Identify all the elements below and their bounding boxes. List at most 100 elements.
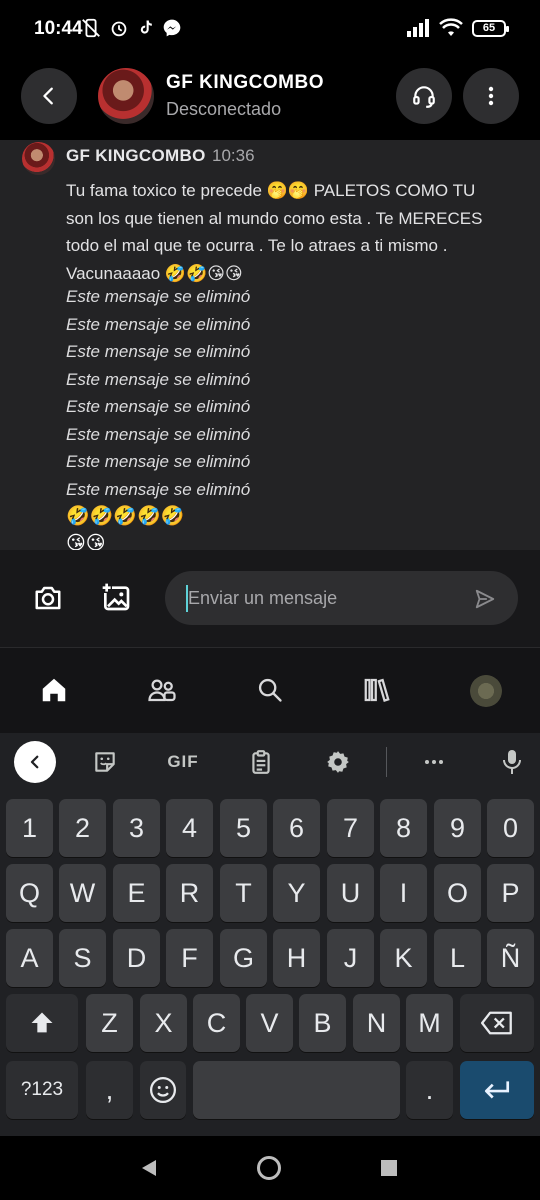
emoji-key[interactable] xyxy=(140,1061,186,1119)
gif-button[interactable]: GIF xyxy=(163,747,203,777)
key-3[interactable]: 3 xyxy=(113,799,160,857)
key-6[interactable]: 6 xyxy=(273,799,320,857)
key-u[interactable]: U xyxy=(327,864,374,922)
contact-avatar[interactable] xyxy=(98,68,154,124)
more-tools-button[interactable] xyxy=(418,747,450,777)
square-recents-icon xyxy=(381,1160,397,1176)
gif-label: GIF xyxy=(167,752,199,771)
status-time: 10:44 xyxy=(34,18,83,39)
message-input[interactable]: Enviar un mensaje xyxy=(165,571,518,625)
backspace-icon xyxy=(481,1011,512,1035)
nav-friends[interactable] xyxy=(146,674,178,706)
send-button[interactable] xyxy=(474,588,496,615)
nav-search[interactable] xyxy=(254,674,286,706)
app-bottom-nav xyxy=(0,647,540,733)
key-v[interactable]: V xyxy=(246,994,293,1052)
key-f[interactable]: F xyxy=(166,929,213,987)
key-x[interactable]: X xyxy=(140,994,187,1052)
key-y[interactable]: Y xyxy=(273,864,320,922)
key-t[interactable]: T xyxy=(220,864,267,922)
key-4[interactable]: 4 xyxy=(166,799,213,857)
system-recents-button[interactable] xyxy=(380,1159,398,1182)
shift-key[interactable] xyxy=(6,994,78,1052)
key-p[interactable]: P xyxy=(487,864,534,922)
system-navigation-bar xyxy=(0,1136,540,1200)
key-9[interactable]: 9 xyxy=(434,799,481,857)
composer-bar: Enviar un mensaje xyxy=(0,550,540,646)
add-image-icon xyxy=(101,582,130,611)
key-k[interactable]: K xyxy=(380,929,427,987)
key-r[interactable]: R xyxy=(166,864,213,922)
battery-indicator: 65 xyxy=(472,19,509,37)
keyboard-settings-button[interactable] xyxy=(323,747,353,777)
period-key[interactable]: . xyxy=(406,1061,453,1119)
contact-name[interactable]: GF KINGCOMBO xyxy=(166,72,324,94)
key-w[interactable]: W xyxy=(59,864,106,922)
emoji-message: 😘😘 xyxy=(66,533,106,550)
backspace-key[interactable] xyxy=(460,994,534,1052)
key-d[interactable]: D xyxy=(113,929,160,987)
comma-key[interactable]: , xyxy=(86,1061,133,1119)
wifi-icon xyxy=(439,18,463,36)
voice-input-button[interactable] xyxy=(498,747,526,777)
nav-home[interactable] xyxy=(38,674,70,706)
back-button[interactable] xyxy=(21,68,77,124)
key-m[interactable]: M xyxy=(406,994,453,1052)
system-home-button[interactable] xyxy=(256,1155,282,1186)
key-2[interactable]: 2 xyxy=(59,799,106,857)
key-8[interactable]: 8 xyxy=(380,799,427,857)
voice-chat-button[interactable] xyxy=(396,68,452,124)
toolbar-divider xyxy=(386,747,387,777)
key-j[interactable]: J xyxy=(327,929,374,987)
sticker-button[interactable] xyxy=(90,747,120,777)
deleted-message-notice: Este mensaje se eliminó xyxy=(66,452,251,471)
deleted-message-notice: Este mensaje se eliminó xyxy=(66,314,251,334)
symbols-key[interactable]: ?123 xyxy=(6,1061,78,1119)
profile-avatar[interactable] xyxy=(470,675,502,707)
key-0[interactable]: 0 xyxy=(487,799,534,857)
key-n-tilde[interactable]: Ñ xyxy=(487,929,534,987)
message-author: GF KINGCOMBO xyxy=(66,146,206,165)
key-n[interactable]: N xyxy=(353,994,400,1052)
message-author-avatar[interactable] xyxy=(22,142,55,175)
more-options-button[interactable] xyxy=(463,68,519,124)
microphone-icon xyxy=(503,750,521,774)
clipboard-button[interactable] xyxy=(246,747,276,777)
friends-icon xyxy=(148,679,176,702)
key-z[interactable]: Z xyxy=(86,994,133,1052)
key-g[interactable]: G xyxy=(220,929,267,987)
keyboard-toolbar: GIF xyxy=(0,733,540,793)
messenger-icon xyxy=(163,19,181,37)
message-text: Tu fama toxico te precede 🤭🤭 PALETOS COM… xyxy=(66,181,483,283)
nav-library[interactable] xyxy=(361,674,393,706)
triangle-back-icon xyxy=(142,1160,156,1176)
send-icon xyxy=(475,589,495,609)
deleted-message-notice: Este mensaje se eliminó xyxy=(66,479,251,499)
key-c[interactable]: C xyxy=(193,994,240,1052)
key-7[interactable]: 7 xyxy=(327,799,374,857)
enter-key[interactable] xyxy=(460,1061,534,1119)
system-back-button[interactable] xyxy=(140,1158,160,1183)
key-e[interactable]: E xyxy=(113,864,160,922)
library-icon xyxy=(364,678,390,703)
key-o[interactable]: O xyxy=(434,864,481,922)
soft-keyboard: GIF 1 2 3 4 5 6 7 8 9 0 Q W E R T Y U I … xyxy=(0,733,540,1136)
key-q[interactable]: Q xyxy=(6,864,53,922)
chevron-left-icon xyxy=(30,755,39,769)
key-b[interactable]: B xyxy=(299,994,346,1052)
key-s[interactable]: S xyxy=(59,929,106,987)
more-vertical-icon xyxy=(488,86,494,106)
key-5[interactable]: 5 xyxy=(220,799,267,857)
alarm-icon xyxy=(111,21,127,37)
keyboard-collapse-button[interactable] xyxy=(14,741,56,783)
key-1[interactable]: 1 xyxy=(6,799,53,857)
message-list[interactable]: GF KINGCOMBO 10:36 Tu fama toxico te pre… xyxy=(0,140,540,550)
search-icon xyxy=(258,678,282,702)
camera-button[interactable] xyxy=(33,584,63,617)
key-i[interactable]: I xyxy=(380,864,427,922)
key-h[interactable]: H xyxy=(273,929,320,987)
space-key[interactable] xyxy=(193,1061,400,1119)
key-l[interactable]: L xyxy=(434,929,481,987)
key-a[interactable]: A xyxy=(6,929,53,987)
gallery-button[interactable] xyxy=(100,581,132,618)
